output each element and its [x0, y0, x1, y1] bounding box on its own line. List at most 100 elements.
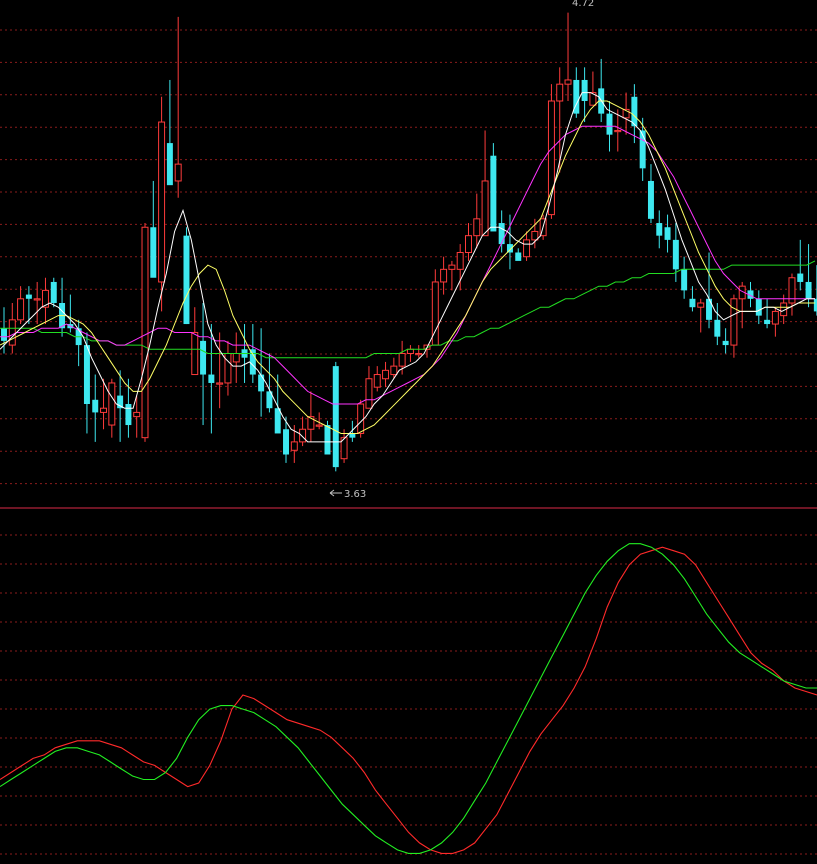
candle-body [232, 353, 240, 363]
candle-body [406, 348, 414, 354]
candle-down [647, 164, 654, 224]
candle-body [730, 298, 738, 346]
candle-up [191, 307, 199, 376]
candle-body [25, 294, 32, 299]
candle-down [755, 290, 762, 325]
ma20-line [0, 125, 815, 405]
candle-body [158, 121, 166, 283]
candle-up [216, 332, 224, 409]
candle-up [224, 340, 232, 396]
candle-down [490, 143, 497, 232]
candle-body [183, 235, 190, 325]
candle-body [83, 345, 90, 404]
candle-body [689, 298, 696, 308]
candle-up [406, 345, 414, 362]
candle-up [589, 71, 597, 106]
candle-body [290, 441, 298, 451]
ma5-line [0, 92, 815, 443]
low-annotation: 3.63 [329, 489, 366, 500]
candle-body [606, 113, 613, 135]
candle-body [564, 79, 572, 85]
candle-body [647, 180, 654, 219]
candle-down [515, 248, 522, 261]
slow-line [0, 543, 817, 854]
candle-up [431, 269, 439, 346]
candle-body [440, 268, 448, 283]
price-panel-grid [0, 29, 817, 485]
candle-body [448, 264, 456, 270]
candle-up [33, 281, 41, 325]
candle-up [141, 223, 149, 442]
candle-body [465, 235, 472, 254]
candle-body [664, 227, 671, 240]
candle-up [174, 16, 182, 198]
candle-up [473, 193, 481, 249]
candle-body [8, 319, 16, 346]
candle-down [764, 298, 771, 329]
candle-body [349, 433, 356, 438]
candle-down [83, 332, 90, 434]
candle-body [133, 411, 141, 418]
candle-body [490, 155, 497, 232]
candle-up [465, 223, 472, 261]
candle-down [689, 286, 696, 312]
low-price-label: 3.63 [344, 489, 366, 500]
candle-down [714, 303, 721, 346]
candle-up [415, 345, 423, 358]
candle-body [208, 374, 215, 383]
candle-body [50, 281, 57, 303]
candle-body [523, 239, 531, 258]
candle-body [656, 223, 663, 236]
candle-body [357, 403, 365, 434]
candle-body [92, 399, 99, 413]
candle-up [523, 231, 531, 261]
candle-body [805, 281, 812, 299]
candle-up [382, 361, 390, 388]
candle-down [1, 307, 7, 354]
candle-body [315, 424, 323, 427]
candle-body [498, 223, 505, 245]
candle-up [158, 96, 166, 312]
candle-down [656, 210, 663, 249]
indicator-panel-grid [0, 534, 817, 855]
candle-up [564, 12, 572, 101]
candle-body [224, 353, 232, 384]
candle-down [349, 420, 356, 442]
candle-down [805, 244, 812, 308]
candle-down [283, 416, 289, 463]
candle-body [614, 129, 622, 133]
candle-up [697, 298, 705, 333]
candle-body [415, 353, 423, 356]
candle-body [283, 429, 289, 455]
candle-body [390, 365, 398, 376]
candle-body [456, 252, 464, 270]
candle-body [755, 298, 762, 316]
candle-up [232, 332, 240, 383]
candle-body [382, 369, 390, 380]
candle-body [764, 319, 771, 325]
candle-body [398, 353, 406, 367]
candle-body [191, 331, 199, 376]
candle-body [722, 340, 729, 346]
candle-body [166, 143, 173, 186]
candle-body [216, 382, 224, 385]
candle-up [730, 294, 738, 358]
candle-body [324, 425, 331, 455]
candle-up [481, 130, 489, 237]
candle-up [17, 286, 25, 325]
candle-body [365, 378, 373, 409]
candle-down [183, 227, 190, 325]
candle-up [448, 260, 456, 291]
candle-body [373, 374, 381, 388]
candle-body [125, 404, 132, 426]
candle-down [681, 256, 688, 299]
candle-down [208, 324, 215, 434]
high-price-label: 4.72 [572, 0, 594, 9]
candle-down [332, 361, 339, 472]
candle-down [598, 58, 605, 123]
candle-up [108, 378, 116, 438]
candle-body [797, 273, 804, 282]
indicator-lines [0, 543, 817, 854]
candle-down [664, 214, 671, 253]
candle-up [556, 67, 564, 173]
